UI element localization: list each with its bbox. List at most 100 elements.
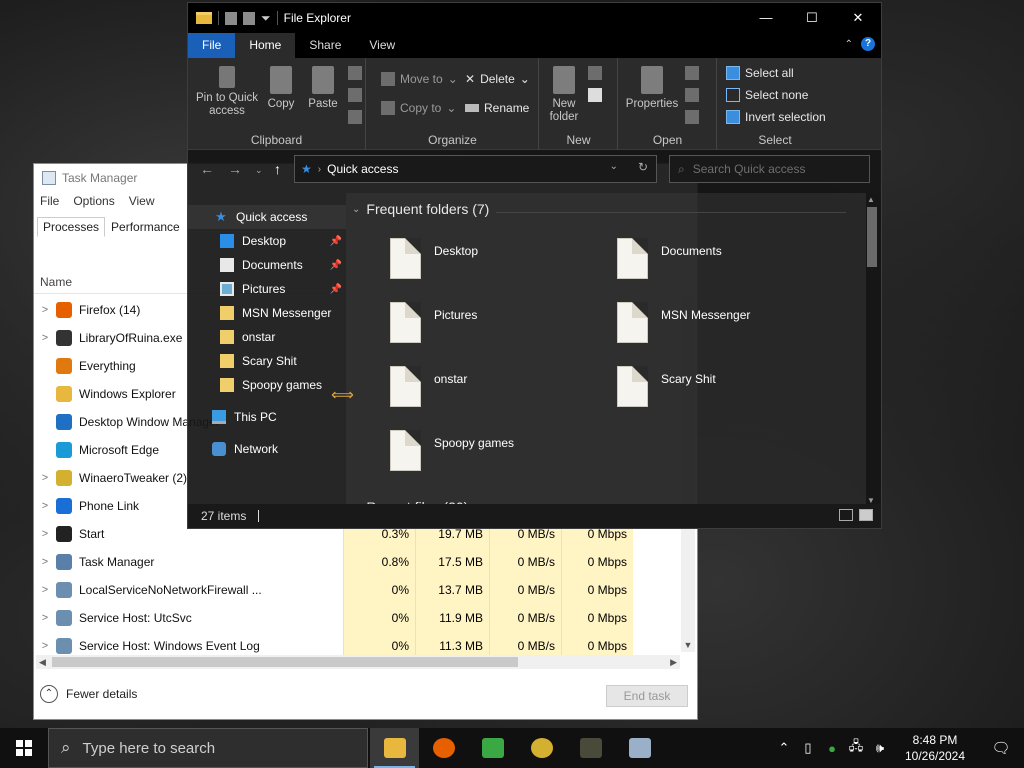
expand-chevron-icon[interactable]: > [34,472,56,484]
help-icon[interactable]: ? [861,37,875,51]
delete-button[interactable]: ✕ Delete ⌄ [465,72,530,86]
msn-messenger-tray-icon[interactable]: ● [820,741,844,756]
tab-share[interactable]: Share [295,33,355,58]
show-hidden-icons-chevron-icon[interactable]: ⌃ [772,740,796,756]
folder-tile[interactable]: Spoopy games [390,430,514,471]
nav-item-folder[interactable]: MSN Messenger [188,301,346,325]
nav-item-this-pc[interactable]: This PC [188,405,346,429]
folder-tile[interactable]: Desktop [390,238,478,279]
cut-button[interactable] [348,66,362,80]
clock[interactable]: 8:48 PM 10/26/2024 [892,732,978,764]
paste-shortcut-button[interactable] [348,110,362,124]
customize-toolbar-icon[interactable]: ⏷ [261,11,271,26]
up-arrow-icon[interactable]: ↑ [274,161,281,177]
taskbar-app-task-manager[interactable] [615,728,664,768]
edit-button[interactable] [685,88,699,102]
easy-access-button[interactable] [588,88,602,102]
history-button[interactable] [685,110,699,124]
process-row[interactable]: > LocalServiceNoNetworkFirewall ... 0% 13.7… [34,576,684,604]
tab-processes[interactable]: Processes [37,217,106,237]
start-button[interactable] [0,728,48,768]
nav-item-folder[interactable]: Pictures 📌 [188,277,346,301]
content-pane[interactable]: ⌄ Frequent folders (7) Desktop Documents P… [346,193,866,507]
breadcrumb-chevron-icon[interactable]: › [318,164,321,175]
rename-button[interactable]: Rename [465,101,529,115]
refresh-icon[interactable]: ↻ [638,160,648,174]
nav-item-network[interactable]: Network [188,437,346,461]
scroll-left-arrow-icon[interactable]: ◀ [39,655,46,669]
large-icons-view-icon[interactable] [859,509,873,521]
menu-file[interactable]: File [40,194,59,208]
search-input[interactable]: ⌕ Search Quick access [669,155,870,183]
paste-button[interactable]: Paste [306,66,340,111]
end-task-button[interactable]: End task [606,685,688,707]
minimize-button[interactable]: — [743,3,789,33]
address-bar[interactable]: ★ › Quick access ⌄ ↻ [294,155,657,183]
nav-item-quick-access[interactable]: ★ Quick access [188,205,346,229]
new-item-button[interactable] [588,66,602,80]
pin-to-quick-access-button[interactable]: Pin to Quick access [194,66,260,118]
tab-home[interactable]: Home [235,33,296,58]
nav-item-folder[interactable]: Scary Shit [188,349,346,373]
select-none-button[interactable]: Select none [726,88,808,102]
copy-path-button[interactable] [348,88,362,102]
new-folder-icon[interactable] [243,11,255,25]
taskbar-app-firefox[interactable] [419,728,468,768]
horizontal-scroll-thumb[interactable] [52,657,518,667]
nav-item-folder[interactable]: Spoopy games [188,373,346,397]
move-to-button[interactable]: Move to ⌄ [381,72,458,86]
expand-chevron-icon[interactable]: > [34,556,56,568]
network-icon[interactable]: 🖧 [844,737,868,759]
recent-locations-chevron-icon[interactable]: ⌄ [255,165,263,176]
taskbar-app-msn-messenger[interactable] [468,728,517,768]
taskbar-app-winaero-tweaker[interactable] [517,728,566,768]
process-row[interactable]: > Task Manager 0.8% 17.5 MB 0 MB/s 0 Mbps [34,548,684,576]
scroll-down-arrow-icon[interactable]: ▼ [681,640,695,650]
tab-view[interactable]: View [355,33,409,58]
forward-arrow-icon[interactable]: → [228,161,242,177]
process-list-horizontal-scrollbar[interactable]: ◀ ▶ [36,655,680,669]
copy-to-button[interactable]: Copy to ⌄ [381,101,456,115]
expand-chevron-icon[interactable]: > [34,304,56,316]
fewer-details-button[interactable]: ⌃ Fewer details [40,685,137,703]
frequent-folders-header[interactable]: ⌄ Frequent folders (7) [352,201,489,217]
file-explorer-window[interactable]: ⏷ File Explorer — ☐ ✕ File Home Share Vi… [187,2,882,529]
tab-performance[interactable]: Performance [105,217,186,237]
file-explorer-titlebar[interactable]: ⏷ File Explorer — ☐ ✕ [188,3,881,33]
menu-view[interactable]: View [129,194,155,208]
close-button[interactable]: ✕ [835,3,881,33]
properties-icon[interactable] [225,11,237,25]
details-view-icon[interactable] [839,509,853,521]
column-header-name[interactable]: Name [40,275,72,289]
tab-file[interactable]: File [188,33,236,58]
scroll-up-arrow-icon[interactable]: ▲ [867,195,875,204]
open-button[interactable] [685,66,699,80]
nav-item-folder[interactable]: onstar [188,325,346,349]
folder-tile[interactable]: onstar [390,366,467,407]
content-vertical-scrollbar[interactable]: ▲ ▼ [865,193,879,507]
folder-tile[interactable]: Pictures [390,302,477,343]
expand-chevron-icon[interactable]: > [34,528,56,540]
scroll-right-arrow-icon[interactable]: ▶ [670,655,677,669]
expand-chevron-icon[interactable]: > [34,584,56,596]
select-all-button[interactable]: Select all [726,66,794,80]
properties-button[interactable]: Properties [625,66,679,111]
address-dropdown-icon[interactable]: ⌄ [610,161,618,172]
taskbar-app-library-of-ruina[interactable] [566,728,615,768]
process-row[interactable]: > Service Host: UtcSvc 0% 11.9 MB 0 MB/s 0 Mb… [34,604,684,632]
menu-options[interactable]: Options [73,194,114,208]
maximize-button[interactable]: ☐ [789,3,835,33]
expand-chevron-icon[interactable]: > [34,612,56,624]
taskbar-app-file-explorer[interactable] [370,728,419,768]
notifications-icon[interactable]: 🗨 [978,739,1024,757]
tablet-icon[interactable]: ▯ [796,740,820,756]
expand-chevron-icon[interactable]: > [34,500,56,512]
nav-item-folder[interactable]: Documents 📌 [188,253,346,277]
nav-item-folder[interactable]: Desktop 📌 [188,229,346,253]
expand-chevron-icon[interactable]: > [34,332,56,344]
collapse-ribbon-icon[interactable]: ⌃ [845,39,853,50]
scroll-thumb[interactable] [867,207,877,267]
folder-tile[interactable]: Scary Shit [617,366,716,407]
copy-button[interactable]: Copy [264,66,298,111]
back-arrow-icon[interactable]: ← [200,161,214,177]
